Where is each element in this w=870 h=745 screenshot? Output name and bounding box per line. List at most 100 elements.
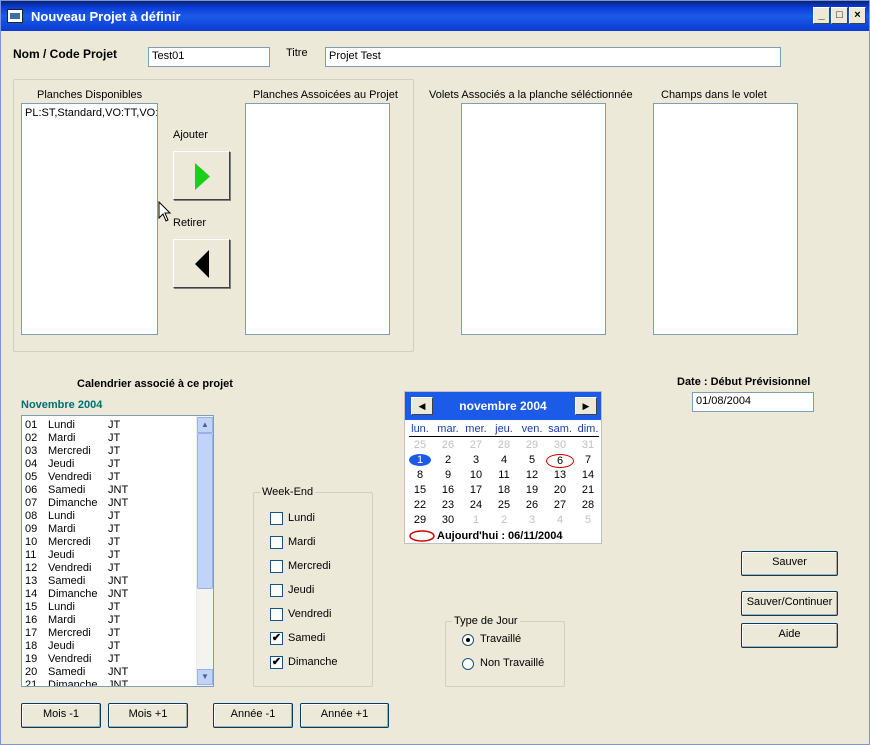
calendar-day[interactable]: 22 xyxy=(406,499,434,511)
radio-non-travaille[interactable] xyxy=(462,658,474,670)
table-row[interactable]: 03 Mercredi JT xyxy=(25,445,195,458)
calendar-month-title[interactable]: novembre 2004 xyxy=(435,399,571,413)
table-row[interactable]: 04 Jeudi JT xyxy=(25,458,195,471)
checkbox[interactable] xyxy=(270,536,283,549)
calendar-scrollbar[interactable]: ▲ ▼ xyxy=(196,416,213,686)
save-continue-button[interactable]: Sauver/Continuer xyxy=(741,591,838,616)
table-row[interactable]: 16 Mardi JT xyxy=(25,614,195,627)
checkbox[interactable] xyxy=(270,512,283,525)
today-label[interactable]: Aujourd'hui : 06/11/2004 xyxy=(437,530,563,542)
scroll-thumb[interactable] xyxy=(197,433,213,589)
scroll-down-icon[interactable]: ▼ xyxy=(197,669,213,685)
calendar-day[interactable]: 6 xyxy=(546,454,574,468)
project-code-input[interactable]: Test01 xyxy=(148,47,270,67)
checkbox[interactable] xyxy=(270,584,283,597)
date-debut-input[interactable]: 01/08/2004 xyxy=(692,392,814,412)
help-button[interactable]: Aide xyxy=(741,623,838,648)
calendar-day[interactable]: 1 xyxy=(409,454,431,466)
table-row[interactable]: 12 Vendredi JT xyxy=(25,562,195,575)
month-prev-button[interactable]: Mois -1 xyxy=(21,703,101,728)
calendar-day[interactable]: 12 xyxy=(518,469,546,481)
calendar-day[interactable]: 5 xyxy=(574,514,602,526)
table-row[interactable]: 13 Samedi JNT xyxy=(25,575,195,588)
calendar-day[interactable]: 27 xyxy=(462,439,490,451)
year-prev-button[interactable]: Année -1 xyxy=(213,703,293,728)
calendar-day[interactable]: 28 xyxy=(574,499,602,511)
calendar-day[interactable]: 4 xyxy=(490,454,518,466)
remove-planche-button[interactable] xyxy=(173,239,230,288)
calendar-day[interactable]: 1 xyxy=(462,514,490,526)
calendar-day[interactable]: 5 xyxy=(518,454,546,466)
maximize-button[interactable]: □ xyxy=(831,7,848,24)
calendar-day[interactable]: 3 xyxy=(462,454,490,466)
table-row[interactable]: 10 Mercredi JT xyxy=(25,536,195,549)
close-button[interactable]: × xyxy=(849,7,866,24)
calendar-day[interactable]: 3 xyxy=(518,514,546,526)
champs-list[interactable] xyxy=(653,103,798,335)
calendar-day[interactable]: 26 xyxy=(518,499,546,511)
calendar-day[interactable]: 27 xyxy=(546,499,574,511)
volets-list[interactable] xyxy=(461,103,606,335)
scroll-up-icon[interactable]: ▲ xyxy=(197,417,213,433)
checkbox[interactable]: ✔ xyxy=(270,632,283,645)
calendar-day[interactable]: 15 xyxy=(406,484,434,496)
table-row[interactable]: 02 Mardi JT xyxy=(25,432,195,445)
calendar-day[interactable]: 24 xyxy=(462,499,490,511)
associated-planches-list[interactable] xyxy=(245,103,390,335)
calendar-day[interactable]: 2 xyxy=(490,514,518,526)
table-row[interactable]: 11 Jeudi JT xyxy=(25,549,195,562)
calendar-day[interactable]: 18 xyxy=(490,484,518,496)
table-row[interactable]: 14 Dimanche JNT xyxy=(25,588,195,601)
save-button[interactable]: Sauver xyxy=(741,551,838,576)
minimize-button[interactable]: _ xyxy=(813,7,830,24)
table-row[interactable]: 17 Mercredi JT xyxy=(25,627,195,640)
calendar-day[interactable]: 16 xyxy=(434,484,462,496)
calendar-day[interactable]: 30 xyxy=(546,439,574,451)
month-calendar[interactable]: ◀ novembre 2004 ▶ lun. mar. mer. jeu. ven. sa… xyxy=(404,391,602,544)
calendar-day[interactable]: 23 xyxy=(434,499,462,511)
calendar-day[interactable]: 20 xyxy=(546,484,574,496)
table-row[interactable]: 09 Mardi JT xyxy=(25,523,195,536)
calendar-day[interactable]: 21 xyxy=(574,484,602,496)
calendar-day[interactable]: 14 xyxy=(574,469,602,481)
title-bar[interactable]: Nouveau Projet à définir _ □ × xyxy=(1,1,869,31)
year-next-button[interactable]: Année +1 xyxy=(300,703,389,728)
calendar-day[interactable]: 13 xyxy=(546,469,574,481)
calendar-day[interactable]: 4 xyxy=(546,514,574,526)
next-month-icon[interactable]: ▶ xyxy=(575,397,597,415)
calendar-day[interactable]: 31 xyxy=(574,439,602,451)
calendar-day[interactable]: 17 xyxy=(462,484,490,496)
add-planche-button[interactable] xyxy=(173,151,230,200)
project-title-input[interactable]: Projet Test xyxy=(325,47,781,67)
calendar-day[interactable]: 29 xyxy=(406,514,434,526)
calendar-day[interactable]: 28 xyxy=(490,439,518,451)
table-row[interactable]: 08 Lundi JT xyxy=(25,510,195,523)
table-row[interactable]: 18 Jeudi JT xyxy=(25,640,195,653)
calendar-day[interactable]: 11 xyxy=(490,469,518,481)
calendar-day[interactable]: 30 xyxy=(434,514,462,526)
calendar-day[interactable]: 8 xyxy=(406,469,434,481)
calendar-day[interactable]: 7 xyxy=(574,454,602,466)
calendar-day[interactable]: 2 xyxy=(434,454,462,466)
calendar-day[interactable]: 25 xyxy=(406,439,434,451)
checkbox[interactable] xyxy=(270,560,283,573)
calendar-day[interactable]: 10 xyxy=(462,469,490,481)
table-row[interactable]: 01 Lundi JT xyxy=(25,419,195,432)
table-row[interactable]: 21 Dimanche JNT xyxy=(25,679,195,686)
checkbox[interactable] xyxy=(270,608,283,621)
table-row[interactable]: 05 Vendredi JT xyxy=(25,471,195,484)
month-next-button[interactable]: Mois +1 xyxy=(108,703,188,728)
table-row[interactable]: 19 Vendredi JT xyxy=(25,653,195,666)
prev-month-icon[interactable]: ◀ xyxy=(411,397,433,415)
calendar-day[interactable]: 29 xyxy=(518,439,546,451)
table-row[interactable]: 06 Samedi JNT xyxy=(25,484,195,497)
list-item[interactable]: PL:ST,Standard,VO:TT,VO: xyxy=(25,107,157,119)
table-row[interactable]: 07 Dimanche JNT xyxy=(25,497,195,510)
radio-travaille[interactable] xyxy=(462,634,474,646)
table-row[interactable]: 20 Samedi JNT xyxy=(25,666,195,679)
calendar-day[interactable]: 26 xyxy=(434,439,462,451)
calendar-day[interactable]: 25 xyxy=(490,499,518,511)
calendar-day[interactable]: 19 xyxy=(518,484,546,496)
checkbox[interactable]: ✔ xyxy=(270,656,283,669)
available-planches-list[interactable]: PL:ST,Standard,VO:TT,VO: xyxy=(21,103,158,335)
